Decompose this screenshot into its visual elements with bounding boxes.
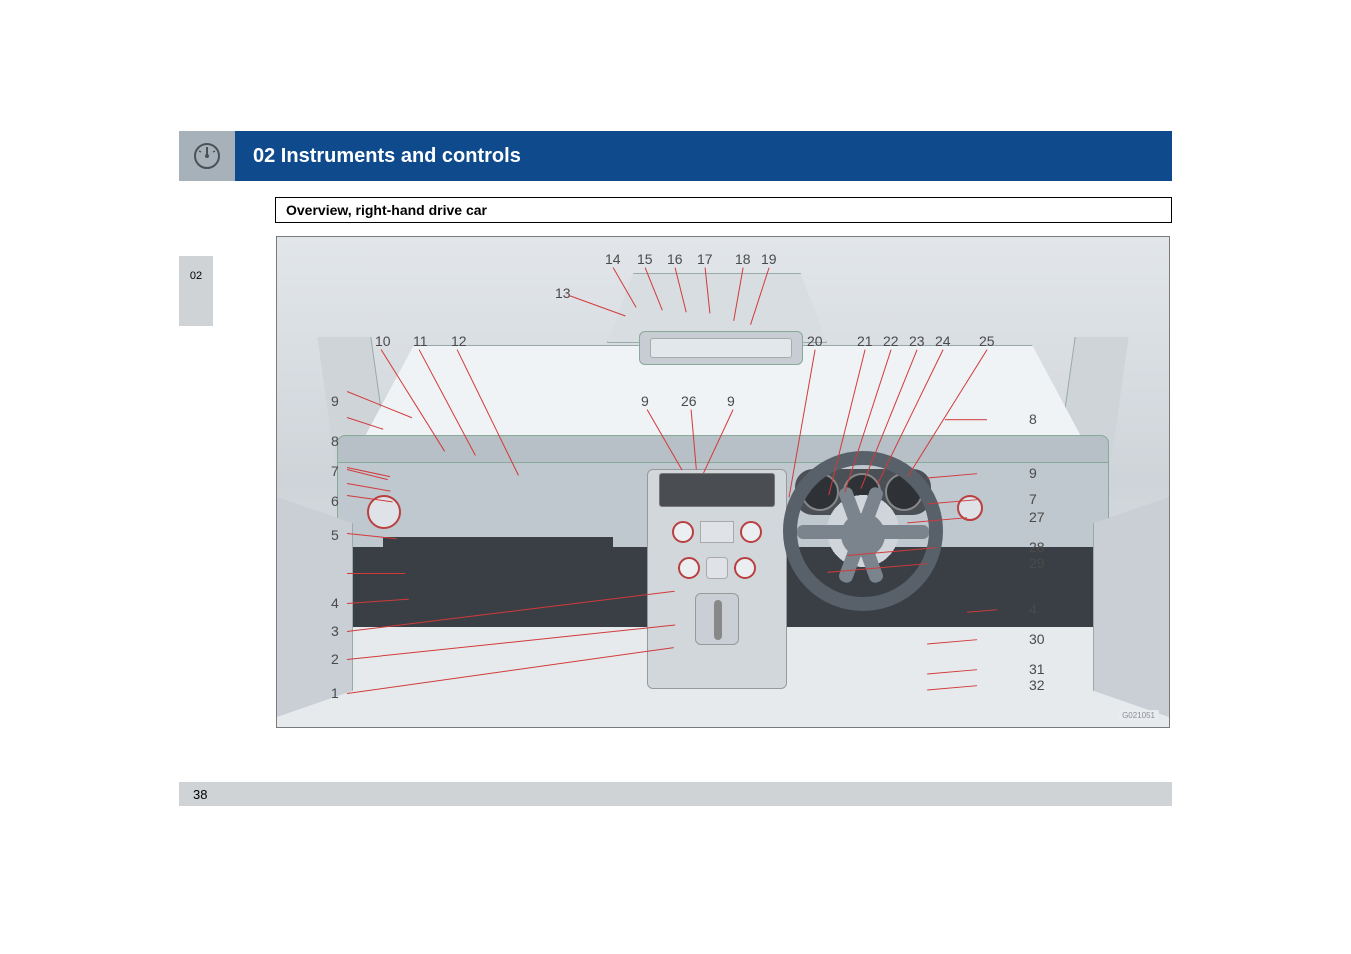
callout-mid-9a: 9 [641, 393, 649, 409]
section-title-box: Overview, right-hand drive car [275, 197, 1172, 223]
callout-9: 9 [331, 393, 339, 409]
page-number: 38 [193, 787, 207, 802]
overview-diagram: 1 2 3 4 5 6 7 8 9 10 11 12 13 14 15 16 1… [276, 236, 1170, 728]
callout-5: 5 [331, 527, 339, 543]
callout-1: 1 [331, 685, 339, 701]
callout-22: 22 [883, 333, 899, 349]
callout-mid-26: 26 [681, 393, 697, 409]
callout-10: 10 [375, 333, 391, 349]
gauge-icon [179, 131, 235, 181]
callout-23: 23 [909, 333, 925, 349]
callout-r27: 27 [1029, 509, 1045, 525]
page-footer-band: 38 [179, 782, 1172, 806]
callout-18: 18 [735, 251, 751, 267]
callout-2: 2 [331, 651, 339, 667]
callout-19: 19 [761, 251, 777, 267]
callout-r29: 29 [1029, 555, 1045, 571]
chapter-header-bar: 02 Instruments and controls [179, 131, 1172, 181]
callout-4: 4 [331, 595, 339, 611]
side-tab: 02 [179, 256, 213, 326]
callout-24: 24 [935, 333, 951, 349]
callout-17: 17 [697, 251, 713, 267]
callout-25: 25 [979, 333, 995, 349]
chapter-title: 02 Instruments and controls [235, 145, 521, 168]
callout-7: 7 [331, 463, 339, 479]
callout-r8: 8 [1029, 411, 1037, 427]
image-reference-code: G021051 [1118, 710, 1159, 721]
callout-6: 6 [331, 493, 339, 509]
callout-11: 11 [413, 333, 428, 349]
callout-r31: 31 [1029, 661, 1045, 677]
callout-15: 15 [637, 251, 653, 267]
callout-12: 12 [451, 333, 467, 349]
callout-21: 21 [857, 333, 873, 349]
callout-16: 16 [667, 251, 683, 267]
callout-r9: 9 [1029, 465, 1037, 481]
callout-r28: 28 [1029, 539, 1045, 555]
dashboard-illustration: 1 2 3 4 5 6 7 8 9 10 11 12 13 14 15 16 1… [277, 237, 1169, 727]
callout-3: 3 [331, 623, 339, 639]
callout-r32: 32 [1029, 677, 1045, 693]
section-title: Overview, right-hand drive car [286, 202, 487, 218]
callout-r30: 30 [1029, 631, 1045, 647]
callout-8: 8 [331, 433, 339, 449]
callout-14: 14 [605, 251, 621, 267]
callout-13: 13 [555, 285, 571, 301]
callout-r7: 7 [1029, 491, 1037, 507]
callout-mid-9b: 9 [727, 393, 735, 409]
callout-r4: 4 [1029, 601, 1037, 617]
callout-20: 20 [807, 333, 823, 349]
side-tab-label: 02 [190, 270, 202, 282]
